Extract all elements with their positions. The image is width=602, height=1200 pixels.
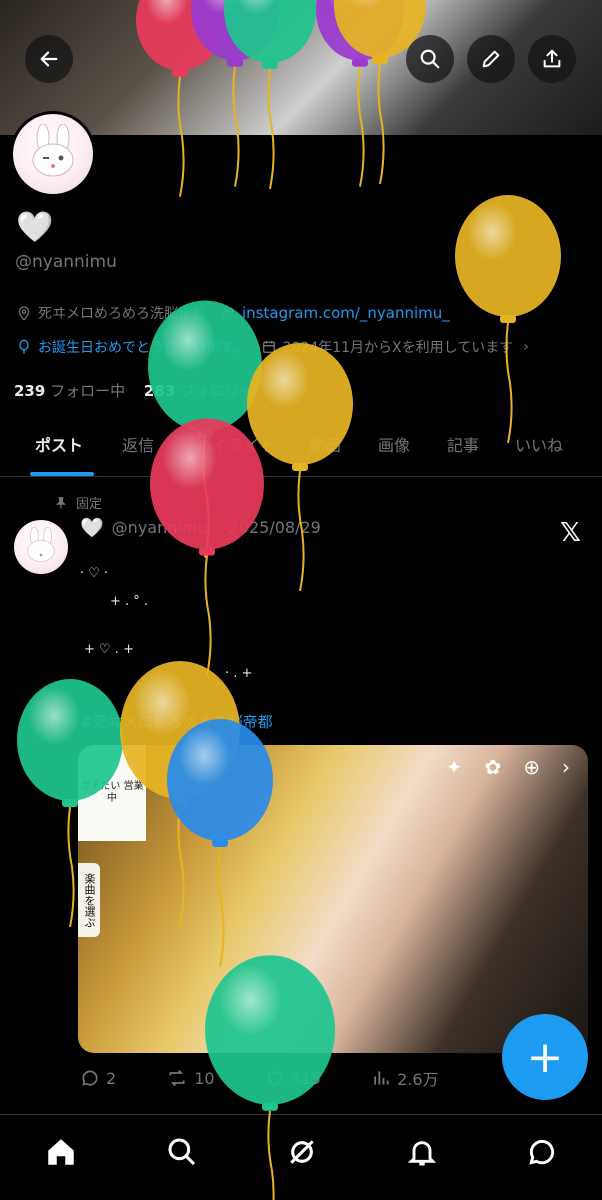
profile-stats: 239 フォロー中 283 フォロワー — [14, 380, 255, 401]
calendar-icon — [262, 341, 275, 353]
profile-avatar[interactable] — [10, 111, 96, 197]
arrow-left-icon — [40, 51, 58, 67]
tab-articles[interactable]: 記事 — [447, 432, 479, 456]
tab-media[interactable]: 画像 — [378, 432, 410, 456]
like-button[interactable]: 315 — [265, 1066, 321, 1090]
compose-button[interactable]: + — [502, 1014, 588, 1100]
post-hashtag[interactable]: #死ヰメロめろめろ洗脳帝都 — [80, 711, 273, 732]
post-media[interactable]: ガチたい 営業中 楽曲を選ぶ ✦ ✿ ⊕ › — [78, 745, 588, 1053]
tab-videos[interactable]: 動画 — [309, 432, 341, 456]
messages-icon — [529, 1139, 555, 1165]
repost-button[interactable]: 10 — [166, 1066, 215, 1090]
profile-location: 死ヰメロめろめろ洗脳帝都 — [38, 306, 206, 322]
back-button[interactable] — [25, 35, 73, 83]
search-button[interactable] — [406, 35, 454, 83]
balloon — [455, 195, 561, 444]
nav-messages[interactable] — [526, 1136, 558, 1172]
views-button[interactable]: 2.6万 — [371, 1066, 439, 1090]
plus-icon: + — [526, 1031, 564, 1083]
profile-handle: @nyannimu — [15, 252, 117, 272]
followers-stat[interactable]: 283 フォロワー — [144, 382, 255, 400]
post-author-handle[interactable]: @nyannimu — [112, 518, 208, 537]
profile-birthday[interactable]: お誕生日おめでとうございます。 — [38, 337, 247, 357]
share-button[interactable] — [528, 35, 576, 83]
balloon-icon — [19, 339, 29, 354]
pencil-icon — [482, 50, 500, 68]
edit-button[interactable] — [467, 35, 515, 83]
chevron-right-icon[interactable]: › — [523, 339, 529, 355]
add-icon: ⊕ — [523, 755, 540, 779]
post-text-line: · ♡ · — [80, 566, 109, 581]
share-icon — [543, 49, 561, 68]
pin-icon — [56, 496, 66, 509]
tab-highlights[interactable]: ハイライト — [196, 432, 276, 456]
notifications-icon — [407, 1140, 437, 1165]
tab-likes[interactable]: いいね — [515, 432, 563, 456]
nav-notifications[interactable] — [406, 1136, 438, 1172]
tab-posts[interactable]: ポスト — [35, 432, 83, 456]
post-author-avatar[interactable] — [14, 520, 68, 574]
media-overlay-icons: ✦ ✿ ⊕ › — [446, 755, 570, 779]
flower-icon: ✿ — [484, 755, 502, 779]
profile-joined: 2024年11月からXを利用しています — [282, 340, 514, 356]
profile-meta-row-1: 死ヰメロめろめろ洗脳帝都 instagram.com/_nyannimu_ — [16, 303, 450, 323]
bunny-avatar-icon — [27, 527, 55, 562]
nav-grok[interactable] — [286, 1136, 318, 1172]
post-text-line: + ♡ . + — [84, 642, 134, 657]
post-date[interactable]: 2025/08/29 — [229, 518, 321, 537]
reply-button[interactable]: 2 — [80, 1066, 116, 1090]
x-logo-icon: 𝕏 — [560, 518, 581, 548]
home-icon — [48, 1138, 74, 1165]
heart-icon — [267, 1071, 283, 1087]
pinned-label: 固定 — [54, 493, 102, 512]
repost-icon — [169, 1069, 185, 1087]
post-text-line: · . + — [225, 666, 253, 681]
profile-website-link[interactable]: instagram.com/_nyannimu_ — [242, 304, 450, 322]
media-sticker: ガチたい 営業中 — [78, 745, 146, 841]
following-stat[interactable]: 239 フォロー中 — [14, 382, 125, 400]
bunny-avatar-icon — [32, 124, 74, 177]
active-tab-indicator — [30, 472, 94, 476]
profile-tabs: ポスト 返信 ハイライト 動画 画像 記事 いいね — [0, 418, 602, 477]
search-icon — [168, 1137, 196, 1165]
reply-icon — [82, 1070, 98, 1086]
nav-search[interactable] — [166, 1136, 198, 1172]
grok-icon — [290, 1139, 314, 1164]
search-icon — [420, 49, 440, 69]
bottom-navigation — [0, 1114, 602, 1200]
nav-home[interactable] — [44, 1135, 78, 1173]
post-text-line: + . ° . — [110, 594, 149, 609]
profile-meta-row-2: お誕生日おめでとうございます。 2024年11月からXを利用しています › — [16, 337, 529, 357]
post-author-name[interactable]: 🤍 — [80, 516, 104, 539]
tab-replies[interactable]: 返信 — [122, 432, 154, 456]
post-header: 🤍 @nyannimu · 2025/08/29 — [80, 516, 321, 539]
chevron-right-icon: › — [562, 755, 570, 779]
profile-display-name: 🤍 — [16, 210, 54, 245]
sparkle-icon: ✦ — [445, 755, 463, 779]
bar-chart-icon — [374, 1071, 389, 1085]
link-icon — [222, 307, 234, 319]
location-icon — [18, 306, 30, 321]
music-select-tag: 楽曲を選ぶ — [78, 863, 100, 937]
